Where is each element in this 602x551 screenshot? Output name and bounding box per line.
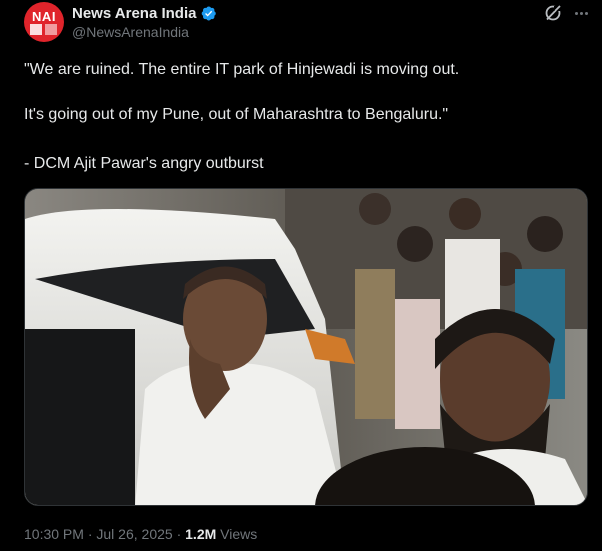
tweet-date[interactable]: Jul 26, 2025	[96, 526, 172, 542]
display-name[interactable]: News Arena India	[72, 5, 196, 22]
author-name-row: News Arena India	[72, 3, 217, 23]
views-count[interactable]: 1.2M	[185, 526, 216, 542]
tweet-text-line: It's going out of my Pune, out of Mahara…	[24, 106, 449, 123]
avatar-decoration	[30, 24, 42, 35]
avatar-text: NAI	[32, 9, 56, 24]
tweet-meta: 10:30 PM · Jul 26, 2025 · 1.2M Views	[24, 526, 257, 542]
avatar[interactable]: NAI	[24, 2, 64, 42]
avatar-decoration	[45, 24, 57, 35]
tweet-text-line: - DCM Ajit Pawar's angry outburst	[24, 155, 264, 172]
tweet: NAI News Arena India @NewsArenaIndia "We…	[0, 0, 602, 551]
meta-separator: ·	[83, 526, 97, 542]
views-label: Views	[216, 526, 258, 542]
tweet-text-line: "We are ruined. The entire IT park of Hi…	[24, 61, 460, 78]
more-icon[interactable]	[571, 3, 591, 23]
tweet-time[interactable]: 10:30 PM	[24, 526, 84, 542]
handle[interactable]: @NewsArenaIndia	[72, 24, 189, 40]
tweet-video[interactable]	[24, 188, 588, 506]
verified-badge-icon	[202, 6, 217, 20]
video-frame-image	[25, 189, 587, 505]
meta-separator: ·	[172, 526, 186, 542]
grok-icon[interactable]	[543, 3, 563, 23]
